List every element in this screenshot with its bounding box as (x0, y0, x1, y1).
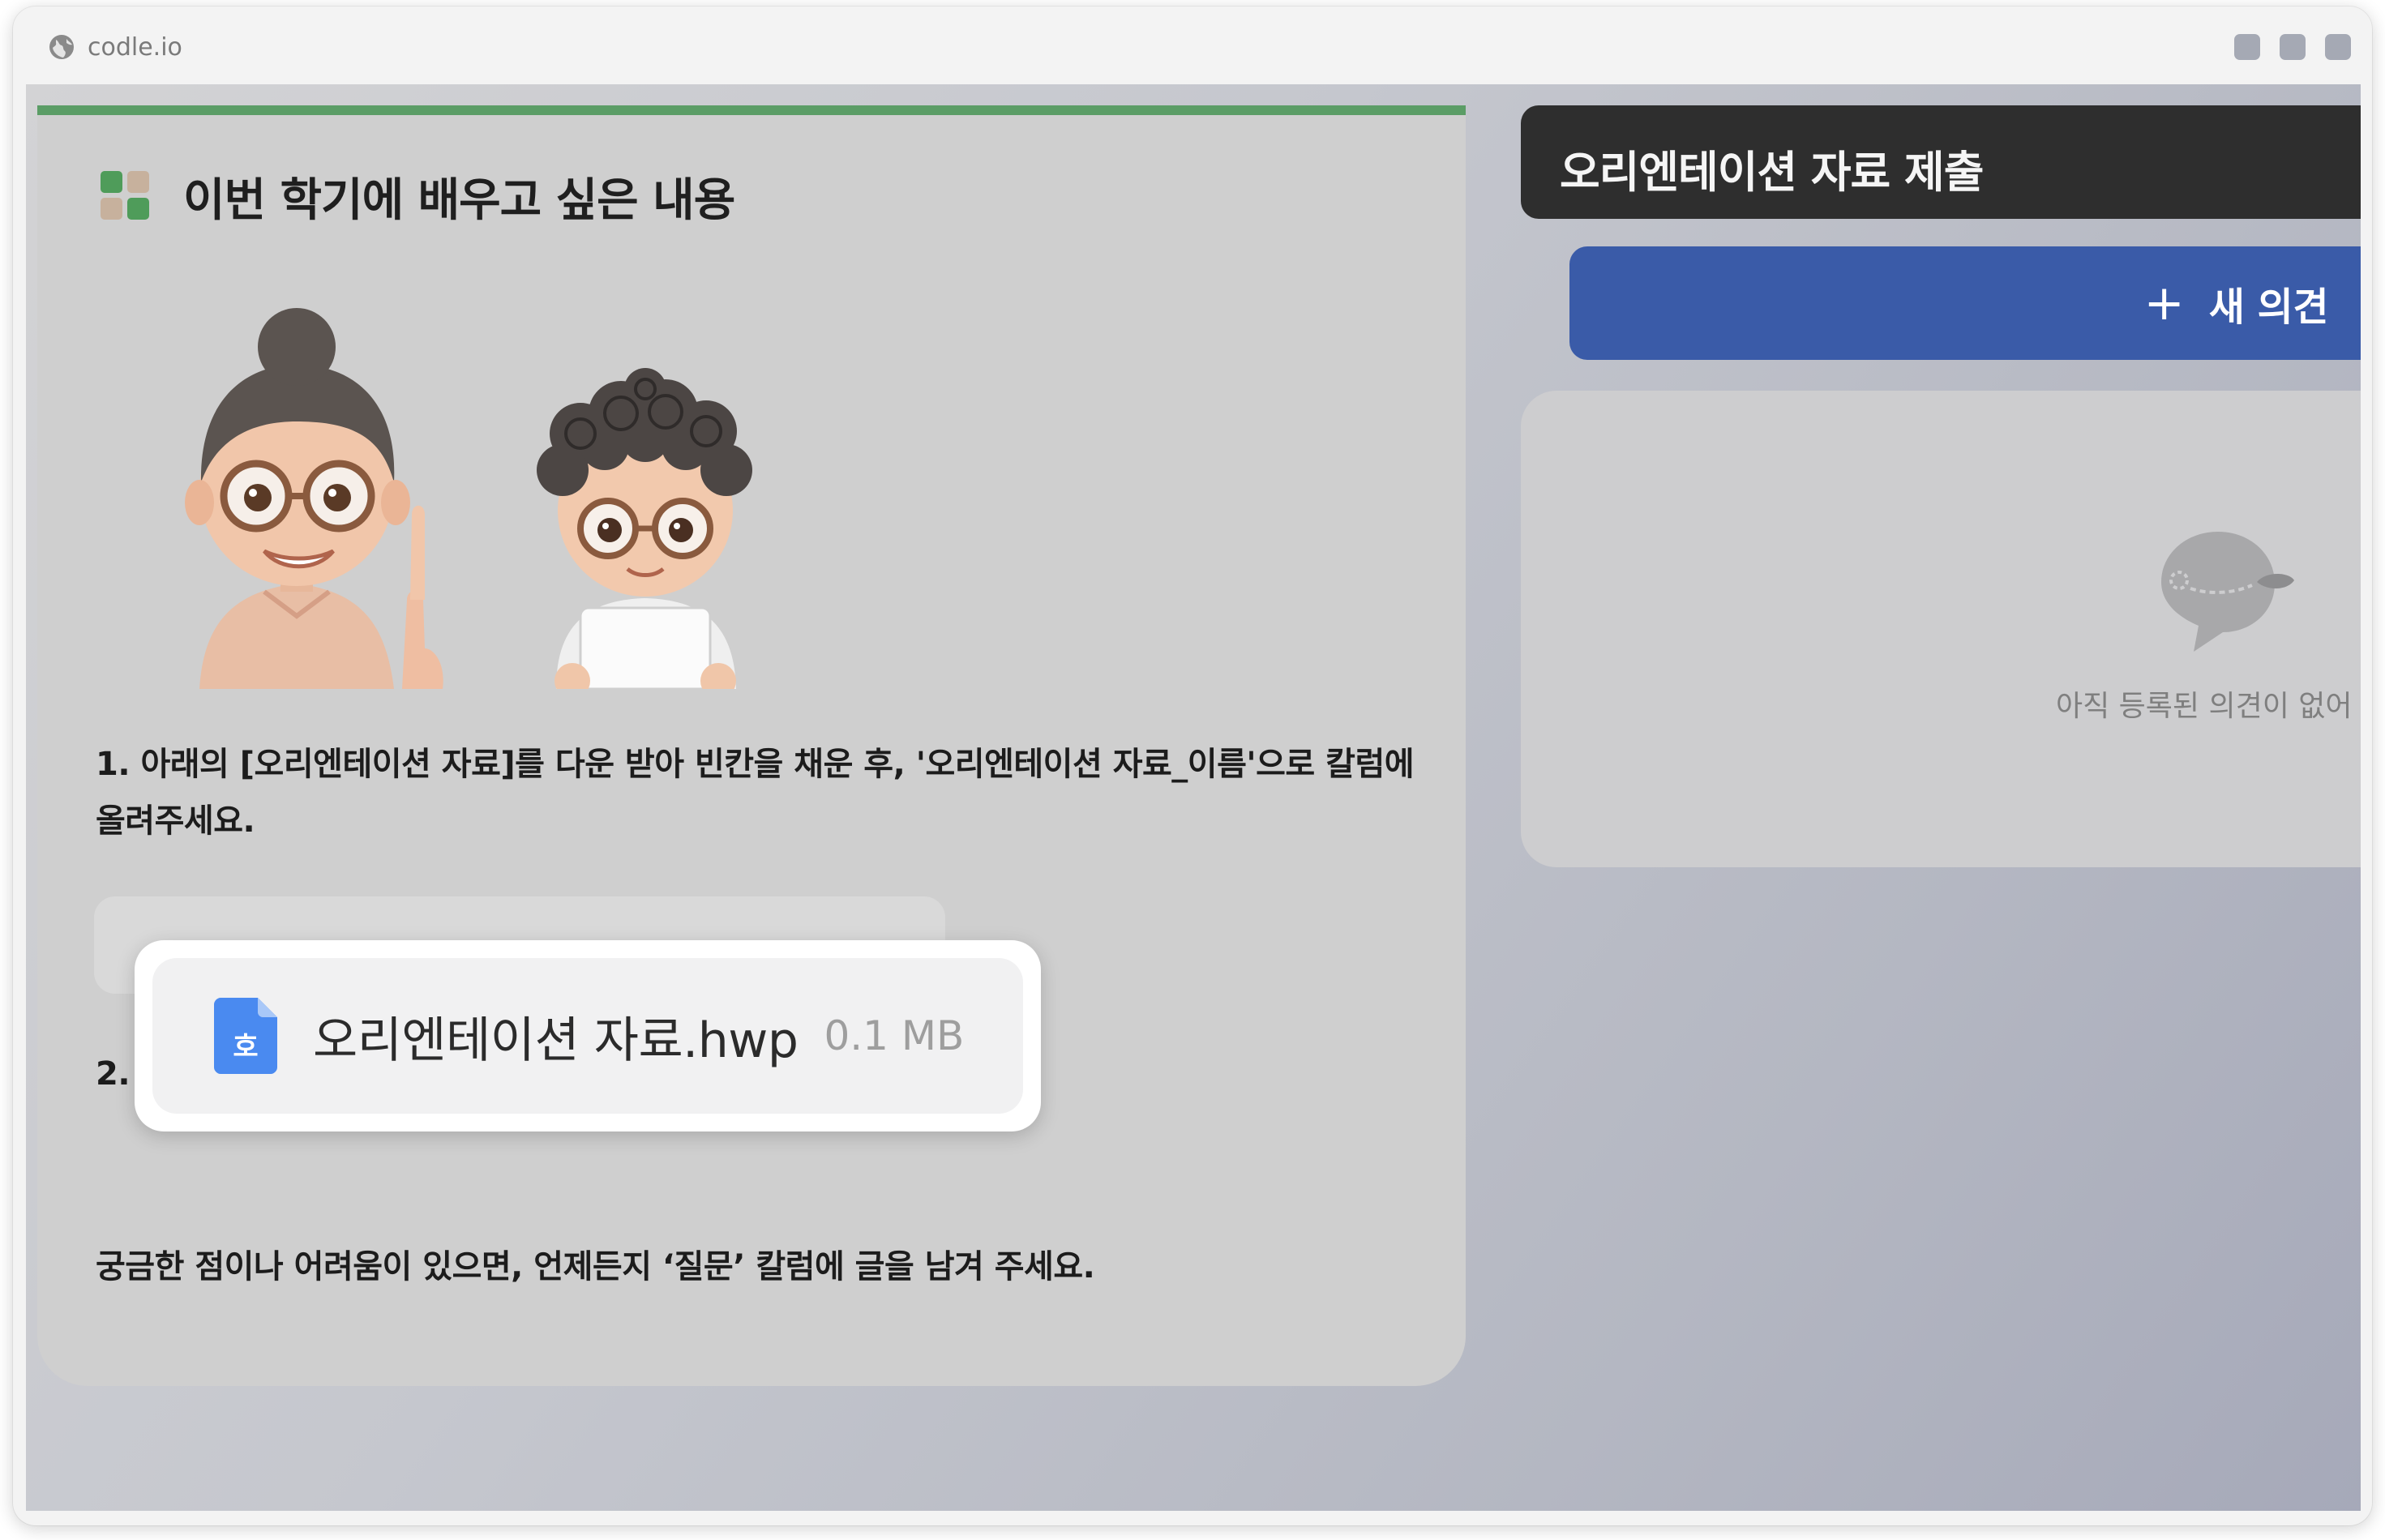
globe-icon (49, 35, 74, 59)
grid-icon (101, 170, 152, 223)
empty-state-card: 아직 등록된 의견이 없어 (1521, 391, 2361, 867)
attachment-file-name[interactable]: 오리엔테이션 자료.hwp (313, 1001, 799, 1072)
teacher-student-illustration (185, 308, 752, 689)
hwp-file-icon: 호 (214, 998, 277, 1074)
browser-titlebar: codle.io (13, 6, 2372, 84)
instruction-1: 1. 아래의 [오리엔테이션 자료]를 다운 받아 빈칸을 채운 후, '오리엔… (96, 746, 1415, 840)
file-icon-glyph: 호 (233, 1031, 258, 1063)
window-button[interactable] (2325, 34, 2351, 60)
attachment-item[interactable]: 호 오리엔테이션 자료.hwp 0.1 MB (152, 958, 1023, 1114)
card-accent-bar (37, 105, 1466, 115)
card-header: 이번 학기에 배우고 싶은 내용 (101, 164, 735, 229)
url-text: codle.io (88, 32, 182, 62)
browser-window: codle.io 이번 학기에 배우고 싶은 내용 1. 아래의 [오리엔테이션… (13, 6, 2372, 1525)
new-post-button[interactable]: + 새 의견 (1569, 246, 2361, 360)
window-controls (2215, 34, 2351, 60)
column-header: 오리엔테이션 자료 제출 (1521, 105, 2361, 219)
empty-state-text: 아직 등록된 의견이 없어 (2056, 690, 2353, 723)
empty-comment-icon (2161, 532, 2294, 652)
column-title: 오리엔테이션 자료 제출 (1560, 147, 1984, 198)
help-note: 궁금한 점이나 어려움이 있으면, 언제든지 ‘질문’ 칼럼에 글을 남겨 주세… (96, 1248, 1095, 1285)
card-title: 이번 학기에 배우고 싶은 내용 (183, 174, 735, 227)
window-button[interactable] (2234, 34, 2260, 60)
new-post-label: 새 의견 (2208, 284, 2329, 330)
address-bar[interactable]: codle.io (47, 31, 182, 63)
attachment-popup: 호 오리엔테이션 자료.hwp 0.1 MB (135, 940, 1041, 1131)
plus-icon: + (2143, 275, 2185, 332)
board-viewport: 이번 학기에 배우고 싶은 내용 1. 아래의 [오리엔테이션 자료]를 다운 … (26, 84, 2361, 1511)
window-button[interactable] (2280, 34, 2306, 60)
attachment-file-size: 0.1 MB (824, 1012, 965, 1059)
activity-card: 이번 학기에 배우고 싶은 내용 1. 아래의 [오리엔테이션 자료]를 다운 … (37, 105, 1466, 1386)
